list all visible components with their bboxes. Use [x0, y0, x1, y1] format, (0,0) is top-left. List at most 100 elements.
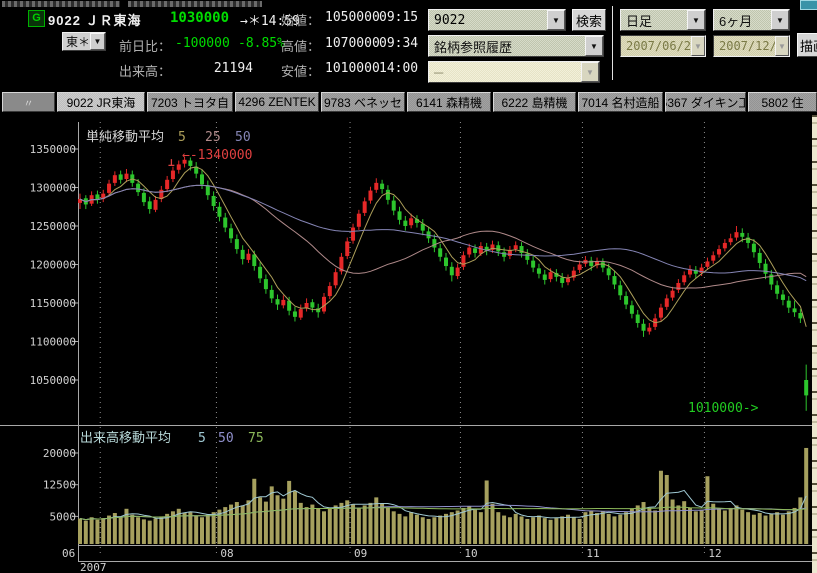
candle-body: [386, 190, 390, 200]
chevron-down-icon[interactable]: ▼: [581, 62, 599, 82]
candle-body: [206, 185, 210, 195]
candle-body: [781, 295, 785, 300]
candle-body: [537, 268, 541, 273]
x-tick-label: 09: [354, 547, 367, 560]
candle-body: [630, 305, 634, 313]
tab-9022[interactable]: 9022 JR東海: [57, 92, 145, 112]
candle-body: [502, 252, 506, 257]
chevron-down-icon[interactable]: ▼: [771, 10, 789, 30]
volume-bar: [264, 502, 268, 544]
volume-bar: [700, 510, 704, 544]
g-icon: G: [28, 10, 45, 27]
volume-bar: [549, 520, 553, 544]
span-select[interactable]: 6ヶ月 ▼: [713, 9, 790, 31]
high-value: 1070000: [325, 36, 380, 51]
search-button[interactable]: 検索: [572, 9, 606, 31]
y-tick-label: 1200000: [30, 259, 76, 272]
volume-bar: [630, 509, 634, 544]
draw-button[interactable]: 描画: [797, 33, 817, 57]
candle-body: [723, 243, 727, 248]
history-select[interactable]: 銘柄参照履歴 ▼: [428, 35, 604, 57]
candle-body: [299, 309, 303, 317]
exchange-select[interactable]: 東＊ ▼: [62, 32, 106, 51]
volume-bar: [119, 516, 123, 544]
period-select[interactable]: 日足 ▼: [620, 9, 706, 31]
tab-6222[interactable]: 6222 島精機: [493, 92, 576, 112]
prev-diff-value: -100000: [175, 36, 230, 51]
volume-bar: [357, 508, 361, 544]
volume-bar: [723, 510, 727, 544]
volume-bar: [450, 512, 454, 544]
volume-bar: [473, 510, 477, 544]
y-tick-label: 1100000: [30, 336, 76, 349]
volume-bar: [781, 515, 785, 544]
candle-body: [705, 261, 709, 266]
price-volume-chart[interactable]: 0809101112135000013000001250000120000011…: [0, 115, 817, 573]
candle-body: [276, 299, 280, 304]
candle-body: [403, 221, 407, 226]
price-ma-legend-label: 単純移動平均: [86, 129, 164, 145]
volume-bar: [461, 508, 465, 544]
volume-bar: [398, 514, 402, 544]
candle-body: [171, 171, 175, 179]
chevron-down-icon[interactable]: ▼: [775, 36, 789, 56]
candle-body: [177, 164, 181, 169]
x-tick-label: 11: [586, 547, 599, 560]
chevron-down-icon[interactable]: ▼: [547, 10, 565, 30]
chevron-down-icon[interactable]: ▼: [691, 36, 705, 56]
tab-5802[interactable]: 5802 住: [748, 92, 817, 112]
candle-body: [473, 248, 477, 253]
volume-bar: [368, 503, 372, 544]
volume-bar: [107, 516, 111, 544]
volume-ma5-legend: 5: [198, 431, 206, 446]
low-time: 14:00: [379, 61, 418, 76]
candle-body: [787, 301, 791, 308]
volume-bar: [456, 510, 460, 544]
tab-blank[interactable]: 〃: [2, 92, 55, 112]
tab-9783[interactable]: 9783 ベネッセ: [321, 92, 405, 112]
right-edge-ruler[interactable]: [812, 115, 817, 573]
chevron-down-icon[interactable]: ▼: [585, 36, 603, 56]
candle-body: [624, 296, 628, 304]
candle-body: [223, 218, 227, 228]
symbol-combobox[interactable]: ▼: [428, 9, 566, 31]
symbol-input[interactable]: [429, 12, 547, 29]
volume-bar: [386, 508, 390, 544]
ma-50-line: [80, 185, 806, 280]
candle-body: [804, 380, 808, 395]
memo-select[interactable]: ─ ▼: [428, 61, 600, 83]
volume-bar: [188, 512, 192, 544]
history-select-value: 銘柄参照履歴: [429, 37, 585, 56]
volume-bar: [583, 512, 587, 544]
tab-6367[interactable]: 6367 ダイキン工: [665, 92, 746, 112]
date-from-field[interactable]: 2007/06/26 ▼: [620, 35, 706, 57]
candle-body: [241, 250, 245, 259]
tab-4296[interactable]: 4296 ZENTEK: [235, 92, 319, 112]
prev-diff-pct: -8.85%: [238, 36, 285, 51]
volume-bar: [90, 517, 94, 544]
candle-body: [514, 245, 518, 249]
volume-bar: [142, 519, 146, 544]
chevron-down-icon[interactable]: ▼: [687, 10, 705, 30]
candle-body: [148, 201, 152, 209]
candle-body: [636, 315, 640, 323]
tab-7203[interactable]: 7203 トヨタ自: [147, 92, 233, 112]
candle-body: [647, 328, 651, 332]
volume-bar: [764, 516, 768, 544]
tab-7014[interactable]: 7014 名村造船: [578, 92, 663, 112]
candle-body: [252, 254, 256, 266]
chevron-down-icon[interactable]: ▼: [90, 33, 105, 50]
volume-bar: [612, 516, 616, 544]
candle-body: [659, 308, 663, 318]
price-ma-lines: [80, 167, 806, 327]
date-to-field[interactable]: 2007/12/26 ▼: [713, 35, 790, 57]
tab-6141[interactable]: 6141 森精機: [407, 92, 491, 112]
volume-bar: [607, 514, 611, 544]
candle-body: [438, 248, 442, 256]
candle-body: [258, 267, 262, 279]
candle-body: [124, 174, 128, 179]
volume-bar: [520, 516, 524, 544]
candle-body: [676, 283, 680, 290]
candle-body: [328, 286, 332, 296]
volume-bar: [293, 491, 297, 544]
